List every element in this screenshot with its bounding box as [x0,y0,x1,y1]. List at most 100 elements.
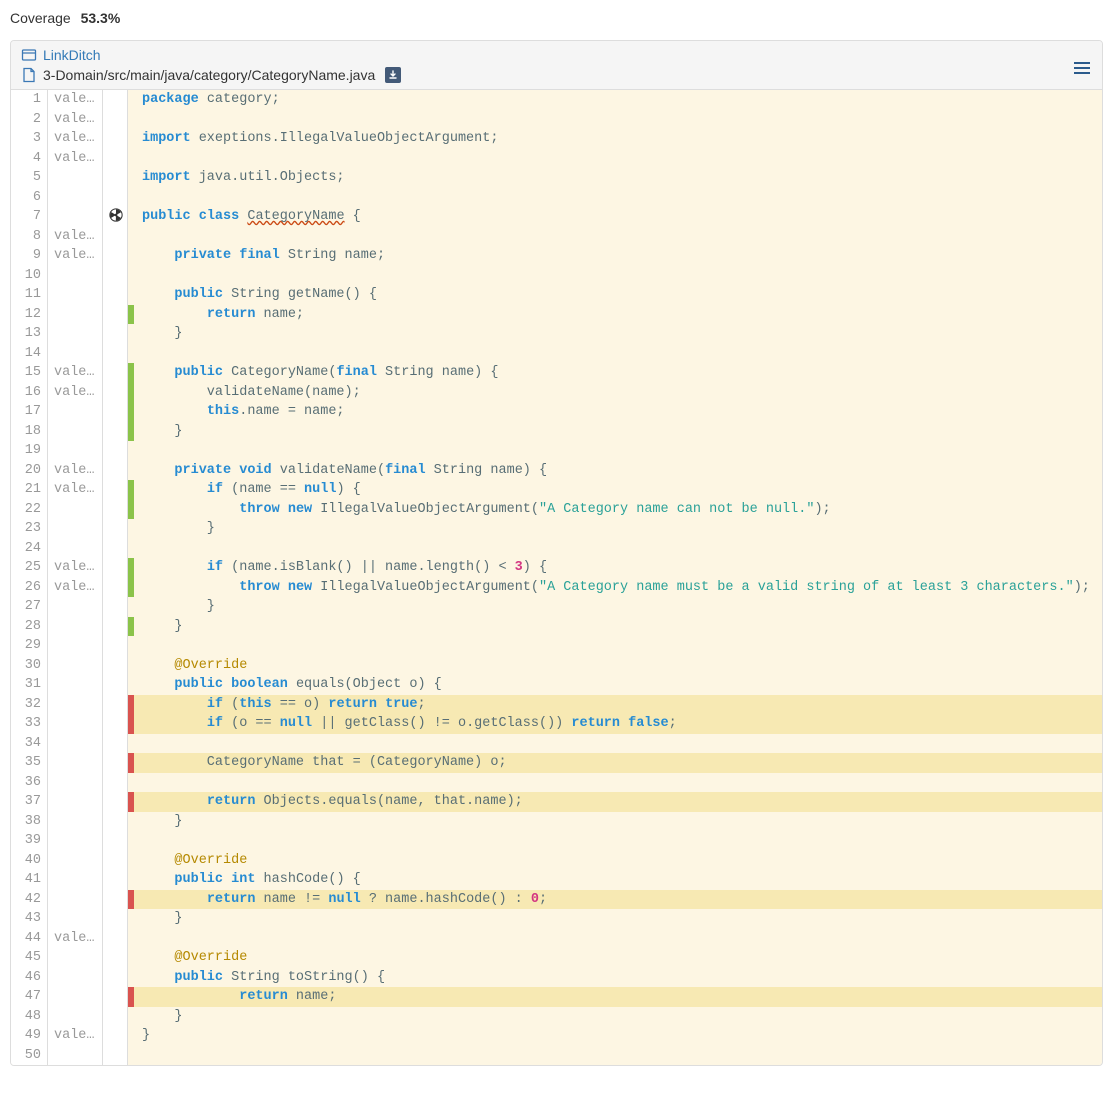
line-number[interactable]: 33 [11,714,47,734]
line-number[interactable]: 22 [11,500,47,520]
line-number[interactable]: 34 [11,734,47,754]
line-number[interactable]: 25 [11,558,47,578]
hamburger-menu-icon[interactable] [1074,59,1090,77]
line-number[interactable]: 5 [11,168,47,188]
line-number[interactable]: 21 [11,480,47,500]
code-line[interactable]: return name; [134,305,1102,325]
code-line[interactable]: public CategoryName(final String name) { [134,363,1102,383]
code-line[interactable]: } [134,1007,1102,1027]
code-line[interactable]: return Objects.equals(name, that.name); [134,792,1102,812]
line-number[interactable]: 35 [11,753,47,773]
code-line[interactable] [134,539,1102,559]
line-number[interactable]: 31 [11,675,47,695]
code-line[interactable]: CategoryName that = (CategoryName) o; [134,753,1102,773]
code-line[interactable] [134,1046,1102,1066]
code-line[interactable]: } [134,422,1102,442]
line-number[interactable]: 41 [11,870,47,890]
line-number[interactable]: 24 [11,539,47,559]
code-line[interactable]: private void validateName(final String n… [134,461,1102,481]
code-line[interactable] [134,110,1102,130]
line-number[interactable]: 23 [11,519,47,539]
line-number[interactable]: 50 [11,1046,47,1066]
code-line[interactable] [134,773,1102,793]
code-line[interactable] [134,266,1102,286]
line-number[interactable]: 11 [11,285,47,305]
code-line[interactable]: } [134,1026,1102,1046]
project-link[interactable]: LinkDitch [43,47,101,63]
code-line[interactable]: } [134,519,1102,539]
code-line[interactable]: public int hashCode() { [134,870,1102,890]
line-number[interactable]: 18 [11,422,47,442]
line-number[interactable]: 44 [11,929,47,949]
line-number[interactable]: 4 [11,149,47,169]
code-line[interactable]: this.name = name; [134,402,1102,422]
line-number[interactable]: 48 [11,1007,47,1027]
code-line[interactable]: public String getName() { [134,285,1102,305]
code-line[interactable]: if (name == null) { [134,480,1102,500]
code-line[interactable] [134,149,1102,169]
code-line[interactable] [134,227,1102,247]
line-number[interactable]: 47 [11,987,47,1007]
line-number[interactable]: 36 [11,773,47,793]
line-number[interactable]: 7 [11,207,47,227]
code-line[interactable]: throw new IllegalValueObjectArgument("A … [134,500,1102,520]
line-number[interactable]: 37 [11,792,47,812]
line-number[interactable]: 39 [11,831,47,851]
line-number[interactable]: 42 [11,890,47,910]
code-column[interactable]: package category; import exeptions.Illeg… [134,90,1102,1065]
code-line[interactable]: return name; [134,987,1102,1007]
code-line[interactable]: if (o == null || getClass() != o.getClas… [134,714,1102,734]
code-line[interactable]: private final String name; [134,246,1102,266]
line-number[interactable]: 20 [11,461,47,481]
line-number[interactable]: 45 [11,948,47,968]
line-number[interactable]: 9 [11,246,47,266]
code-line[interactable] [134,831,1102,851]
line-number[interactable]: 40 [11,851,47,871]
line-number[interactable]: 13 [11,324,47,344]
code-line[interactable] [134,344,1102,364]
code-line[interactable]: public boolean equals(Object o) { [134,675,1102,695]
code-line[interactable]: public String toString() { [134,968,1102,988]
line-number[interactable]: 6 [11,188,47,208]
line-number[interactable]: 28 [11,617,47,637]
code-line[interactable] [134,929,1102,949]
code-line[interactable] [134,188,1102,208]
code-line[interactable]: } [134,617,1102,637]
code-line[interactable]: } [134,597,1102,617]
line-number[interactable]: 46 [11,968,47,988]
line-number[interactable]: 15 [11,363,47,383]
code-line[interactable]: public class CategoryName { [134,207,1102,227]
line-number[interactable]: 8 [11,227,47,247]
code-line[interactable]: @Override [134,948,1102,968]
line-number[interactable]: 10 [11,266,47,286]
code-line[interactable]: throw new IllegalValueObjectArgument("A … [134,578,1102,598]
line-number[interactable]: 30 [11,656,47,676]
code-line[interactable]: } [134,812,1102,832]
line-number[interactable]: 12 [11,305,47,325]
line-number[interactable]: 32 [11,695,47,715]
code-line[interactable]: package category; [134,90,1102,110]
line-number[interactable]: 16 [11,383,47,403]
line-number[interactable]: 17 [11,402,47,422]
code-line[interactable]: if (name.isBlank() || name.length() < 3)… [134,558,1102,578]
code-line[interactable]: } [134,324,1102,344]
code-line[interactable]: validateName(name); [134,383,1102,403]
line-number[interactable]: 14 [11,344,47,364]
line-number[interactable]: 1 [11,90,47,110]
mutation-icon[interactable] [103,207,127,227]
code-line[interactable] [134,734,1102,754]
code-line[interactable] [134,441,1102,461]
line-number[interactable]: 2 [11,110,47,130]
line-number[interactable]: 38 [11,812,47,832]
code-line[interactable]: return name != null ? name.hashCode() : … [134,890,1102,910]
code-line[interactable]: } [134,909,1102,929]
code-line[interactable]: if (this == o) return true; [134,695,1102,715]
code-line[interactable]: import exeptions.IllegalValueObjectArgum… [134,129,1102,149]
line-number[interactable]: 43 [11,909,47,929]
code-line[interactable]: @Override [134,851,1102,871]
download-icon[interactable] [385,67,401,83]
line-number[interactable]: 27 [11,597,47,617]
line-number[interactable]: 3 [11,129,47,149]
code-line[interactable]: import java.util.Objects; [134,168,1102,188]
code-line[interactable]: @Override [134,656,1102,676]
